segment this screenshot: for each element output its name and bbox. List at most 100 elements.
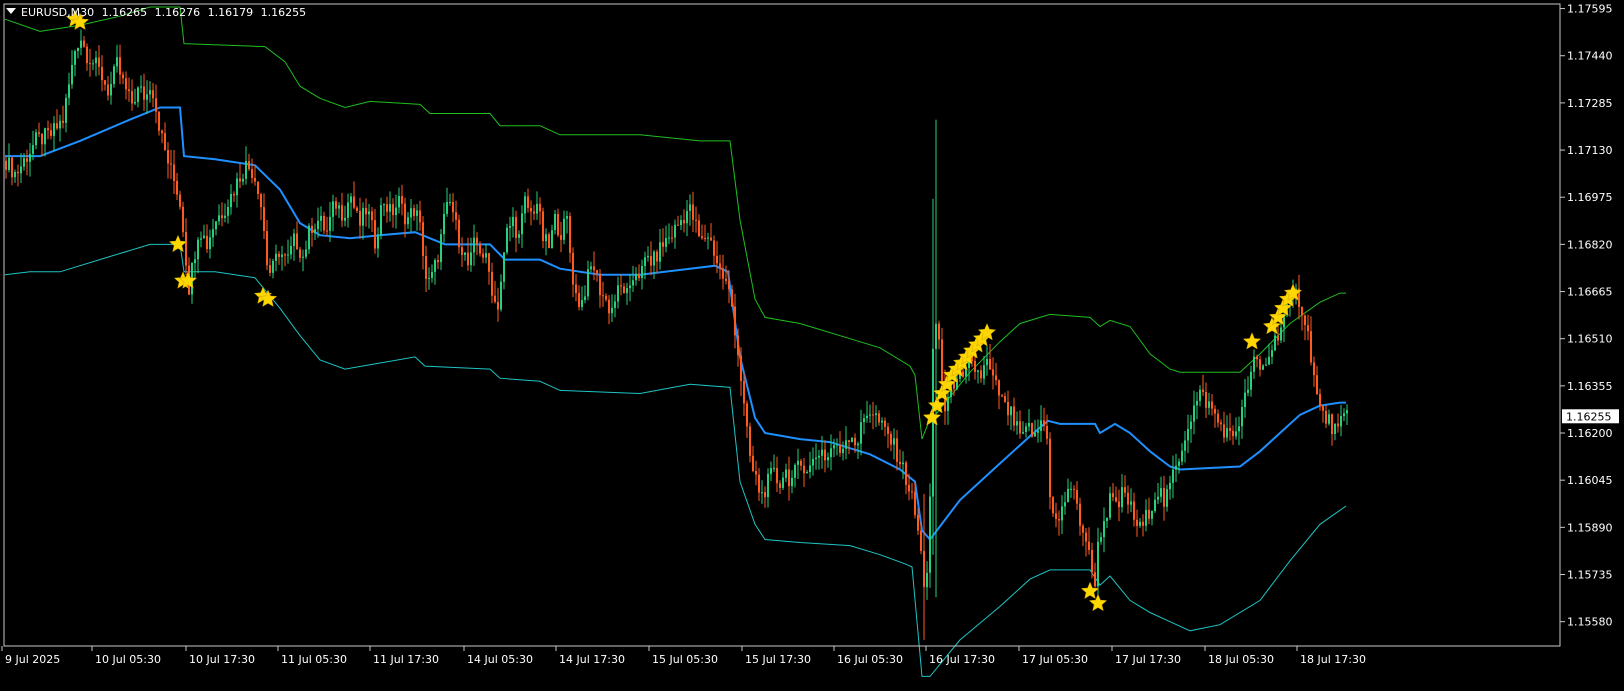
candle-body xyxy=(467,252,469,266)
candle-body xyxy=(269,265,271,273)
x-tick-label: 18 Jul 17:30 xyxy=(1300,653,1366,666)
candle-body xyxy=(1124,487,1126,493)
candle-body xyxy=(221,215,223,218)
candle-body xyxy=(899,461,901,465)
candle-body xyxy=(101,66,103,81)
y-tick-label: 1.16200 xyxy=(1567,427,1613,440)
candle-body xyxy=(80,40,82,48)
candle-body xyxy=(242,178,244,182)
candle-body xyxy=(566,216,568,219)
candle-body xyxy=(368,211,370,215)
x-tick-label: 17 Jul 05:30 xyxy=(1022,653,1088,666)
candle-body xyxy=(425,256,427,279)
candle-body xyxy=(1142,521,1144,526)
candle-body xyxy=(266,231,268,266)
candle-body xyxy=(338,205,340,209)
candle-body xyxy=(1085,532,1087,542)
candle-body xyxy=(1094,572,1096,587)
candle-body xyxy=(332,201,334,217)
candle-body xyxy=(1001,395,1003,397)
candle-body xyxy=(1274,335,1276,351)
candle-body xyxy=(1046,426,1048,439)
candle-body xyxy=(179,194,181,207)
candle-body xyxy=(1013,406,1015,426)
candle-body xyxy=(821,449,823,456)
candle-body xyxy=(116,57,118,67)
candle-body xyxy=(761,492,763,494)
candle-body xyxy=(1217,413,1219,423)
candle-body xyxy=(56,123,58,129)
candle-body xyxy=(206,235,208,249)
candle-body xyxy=(401,196,403,204)
candle-body xyxy=(935,323,937,349)
candle-body xyxy=(707,237,709,239)
candle-body xyxy=(1061,506,1063,521)
candle-body xyxy=(1049,438,1051,498)
candle-body xyxy=(1208,401,1210,408)
candle-body xyxy=(86,46,88,64)
candle-body xyxy=(83,40,85,47)
candle-body xyxy=(653,251,655,266)
candle-body xyxy=(605,295,607,300)
candle-body xyxy=(161,130,163,134)
candle-body xyxy=(1064,502,1066,507)
candle-body xyxy=(926,572,928,588)
candle-body xyxy=(905,462,907,485)
candle-body xyxy=(299,249,301,258)
candle-body xyxy=(278,253,280,257)
candle-body xyxy=(410,208,412,218)
candle-body xyxy=(509,226,511,228)
candle-body xyxy=(1253,356,1255,372)
candle-body xyxy=(998,380,1000,396)
candle-body xyxy=(1034,432,1036,437)
close-price: 1.16255 xyxy=(260,6,307,19)
price-chart[interactable]: 1.17595 1.17440 1.17285 1.17130 1.16975 1.168… xyxy=(0,0,1624,691)
candle-body xyxy=(992,369,994,376)
candle-body xyxy=(464,252,466,255)
candle-body xyxy=(641,266,643,278)
candle-body xyxy=(1055,513,1057,519)
candle-body xyxy=(581,300,583,307)
dropdown-triangle-icon[interactable] xyxy=(6,8,16,14)
candle-body xyxy=(437,260,439,263)
candle-body xyxy=(1052,497,1054,514)
candle-body xyxy=(89,63,91,65)
candle-body xyxy=(572,252,574,285)
candle-body xyxy=(1160,488,1162,497)
candle-body xyxy=(1214,408,1216,414)
candle-body xyxy=(914,491,916,515)
candle-body xyxy=(731,289,733,307)
candle-body xyxy=(884,420,886,427)
candle-body xyxy=(668,237,670,239)
candle-body xyxy=(14,172,16,178)
candle-body xyxy=(308,225,310,250)
candle-body xyxy=(596,270,598,274)
candle-body xyxy=(377,234,379,249)
candle-body xyxy=(176,180,178,195)
candle-body xyxy=(1136,519,1138,526)
candle-body xyxy=(833,445,835,449)
x-tick-label: 16 Jul 05:30 xyxy=(837,653,903,666)
candle-body xyxy=(443,213,445,235)
candle-body xyxy=(758,474,760,493)
candle-body xyxy=(98,57,100,67)
candle-body xyxy=(917,514,919,531)
candle-body xyxy=(1229,428,1231,431)
candle-body xyxy=(434,260,436,272)
candle-body xyxy=(140,86,142,88)
candle-body xyxy=(521,213,523,235)
candle-body xyxy=(893,438,895,445)
candle-body xyxy=(515,216,517,238)
candle-body xyxy=(167,150,169,164)
candle-body xyxy=(1313,362,1315,376)
candle-body xyxy=(785,469,787,478)
y-tick-label: 1.17595 xyxy=(1567,3,1613,16)
candle-body xyxy=(1073,488,1075,490)
candle-body xyxy=(224,215,226,218)
candle-body xyxy=(1082,525,1084,533)
candle-body xyxy=(533,211,535,214)
candle-body xyxy=(347,202,349,218)
x-tick-label: 17 Jul 17:30 xyxy=(1115,653,1181,666)
candle-body xyxy=(890,433,892,445)
y-tick-label: 1.17130 xyxy=(1567,144,1613,157)
